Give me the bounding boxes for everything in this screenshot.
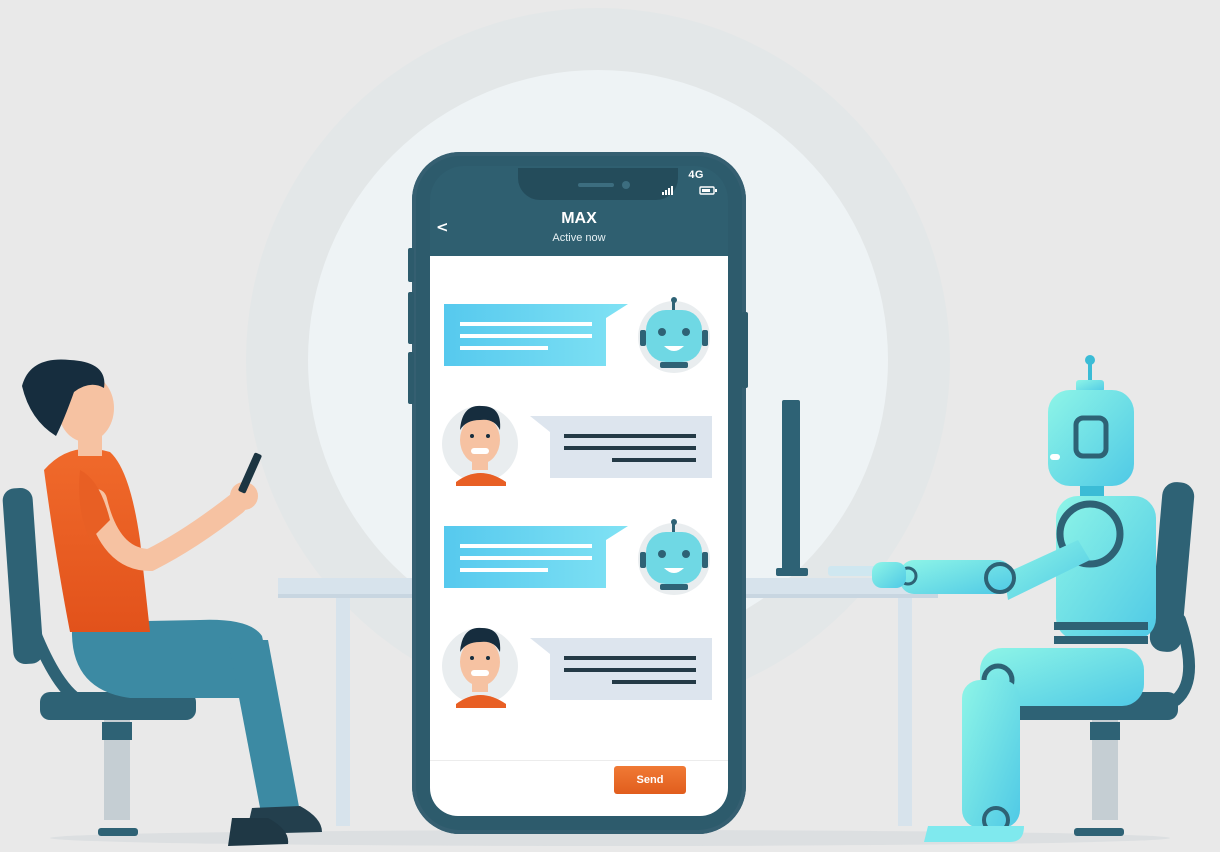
phone-notch (518, 168, 678, 200)
composer-divider (430, 760, 728, 761)
volume-down-button (408, 292, 414, 344)
camera-icon (622, 181, 630, 189)
mute-button (408, 352, 414, 404)
contact-status: Active now (552, 232, 606, 244)
send-button[interactable]: Send (614, 766, 686, 794)
speaker-grille (578, 183, 614, 187)
chat-screen (430, 256, 728, 816)
volume-up-button (408, 248, 414, 282)
contact-name: MAX (561, 210, 597, 227)
status-network: 4G (688, 169, 704, 181)
power-button (742, 312, 748, 388)
smartphone: 4G < MAX Active now Send (412, 152, 746, 834)
